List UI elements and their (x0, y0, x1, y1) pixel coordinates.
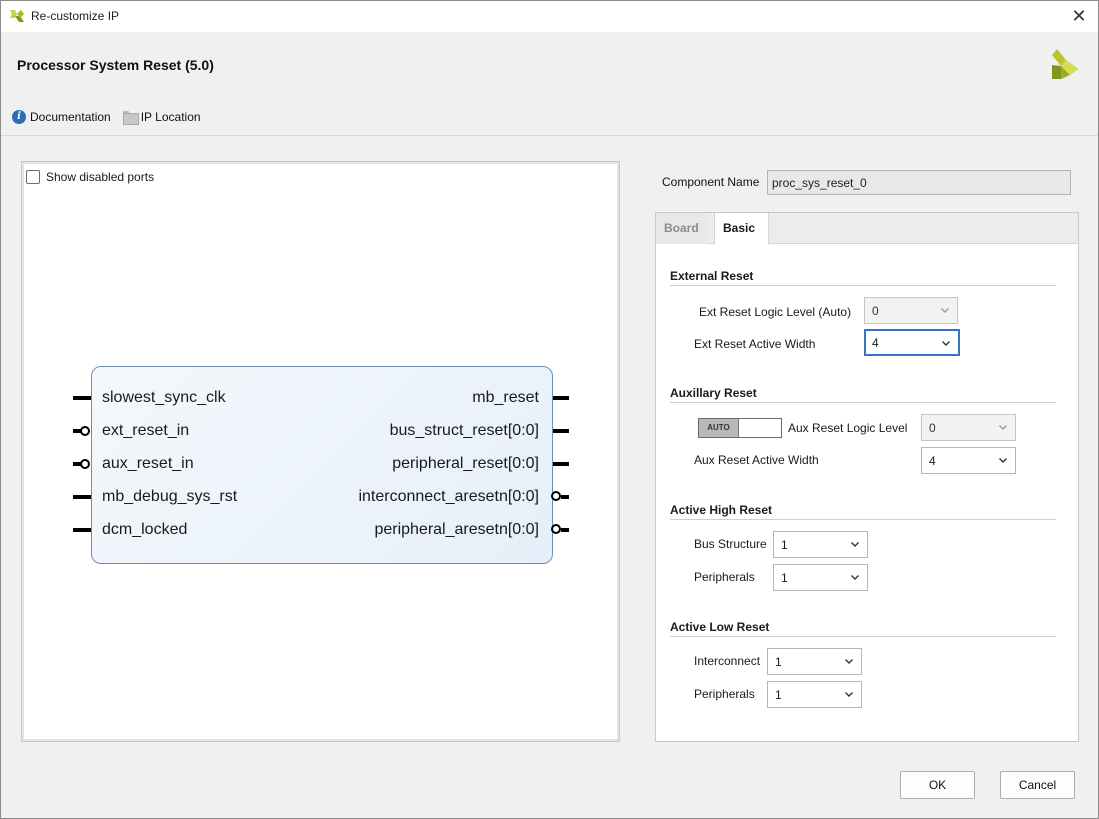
active-low-peripherals-label: Peripherals (694, 687, 755, 701)
component-name-field[interactable]: proc_sys_reset_0 (767, 170, 1071, 195)
show-disabled-ports-label: Show disabled ports (46, 170, 155, 184)
pin-peripheral-aresetn[interactable] (561, 528, 569, 532)
ok-button[interactable]: OK (900, 771, 975, 799)
show-disabled-ports-checkbox[interactable] (26, 170, 40, 184)
header-links: i Documentation IP Location (12, 110, 201, 125)
chevron-down-icon (999, 458, 1007, 463)
chevron-down-icon (851, 542, 859, 547)
aux-reset-logic-level-select[interactable]: 0 (921, 414, 1016, 441)
active-low-peripherals-value: 1 (775, 688, 782, 702)
external-reset-divider (670, 285, 1056, 286)
component-name-label: Component Name (662, 175, 760, 189)
chevron-down-icon (999, 425, 1007, 430)
aux-reset-title: Auxillary Reset (670, 386, 757, 400)
pin-bus-struct-reset[interactable] (553, 429, 569, 433)
active-high-reset-divider (670, 519, 1056, 520)
active-high-bus-structure-label: Bus Structure (694, 537, 767, 551)
cancel-button[interactable]: Cancel (1000, 771, 1075, 799)
pin-mb-debug-sys-rst[interactable] (73, 495, 91, 499)
chevron-down-icon (851, 575, 859, 580)
aux-reset-active-width-label: Aux Reset Active Width (694, 453, 819, 467)
chevron-down-icon (845, 692, 853, 697)
active-low-interconnect-label: Interconnect (694, 654, 761, 668)
pin-slowest-sync-clk[interactable] (73, 396, 91, 400)
tab-basic[interactable]: Basic (714, 213, 769, 245)
xilinx-brand-icon (1052, 49, 1079, 79)
pin-interconnect-aresetn[interactable] (561, 495, 569, 499)
active-high-bus-structure-select[interactable]: 1 (773, 531, 868, 558)
tab-board[interactable]: Board (656, 213, 707, 244)
port-ext-reset-in: ext_reset_in (102, 422, 190, 439)
pin-mb-reset[interactable] (553, 396, 569, 400)
active-high-bus-structure-value: 1 (781, 538, 788, 552)
documentation-link[interactable]: i Documentation (12, 110, 111, 124)
tab-container: Board Basic External Reset Ext Reset Log… (655, 212, 1079, 742)
active-high-peripherals-label: Peripherals (694, 570, 755, 584)
aux-reset-active-width-select[interactable]: 4 (921, 447, 1016, 474)
port-mb-debug-sys-rst: mb_debug_sys_rst (102, 488, 238, 505)
ext-reset-logic-level-label: Ext Reset Logic Level (Auto) (699, 305, 852, 319)
pin-dcm-locked[interactable] (73, 528, 91, 532)
port-mb-reset: mb_reset (472, 389, 539, 406)
chevron-down-icon (845, 659, 853, 664)
ip-header: Processor System Reset (5.0) i Documenta… (1, 32, 1098, 136)
active-low-reset-divider (670, 636, 1056, 637)
window-title: Re-customize IP (31, 9, 120, 23)
active-low-interconnect-select[interactable]: 1 (767, 648, 862, 675)
active-low-interconnect-value: 1 (775, 655, 782, 669)
external-reset-title: External Reset (670, 269, 754, 283)
ext-reset-logic-level-select[interactable]: 0 (864, 297, 958, 324)
ip-location-link[interactable]: IP Location (122, 110, 201, 125)
aux-reset-auto-toggle[interactable]: AUTO (698, 418, 782, 438)
aux-reset-divider (670, 402, 1056, 403)
aux-reset-active-width-value: 4 (929, 454, 936, 468)
folder-icon (122, 111, 139, 125)
chevron-down-icon (942, 341, 950, 346)
documentation-label: Documentation (30, 110, 111, 124)
title-bar: Re-customize IP ✕ (1, 1, 1098, 32)
ip-location-label: IP Location (140, 110, 201, 124)
ip-title: Processor System Reset (5.0) (17, 57, 214, 73)
chevron-down-icon (941, 308, 949, 313)
active-high-reset-title: Active High Reset (670, 503, 773, 517)
pin-interconnect-aresetn-bubble[interactable] (551, 491, 561, 501)
show-disabled-ports-toggle[interactable]: Show disabled ports (26, 170, 154, 184)
ext-reset-active-width-label: Ext Reset Active Width (694, 337, 816, 351)
active-low-peripherals-select[interactable]: 1 (767, 681, 862, 708)
info-icon: i (12, 110, 26, 124)
port-peripheral-reset: peripheral_reset[0:0] (392, 455, 539, 472)
active-low-reset-title: Active Low Reset (670, 620, 770, 634)
close-icon[interactable]: ✕ (1068, 5, 1090, 27)
pin-aux-reset-in-bubble[interactable] (80, 459, 90, 469)
port-dcm-locked: dcm_locked (102, 521, 188, 538)
pin-peripheral-reset[interactable] (553, 462, 569, 466)
recustomize-ip-dialog: Re-customize IP ✕ Processor System Reset… (0, 0, 1099, 819)
ip-symbol-panel: Show disabled ports slowest_sync_clk ext… (21, 161, 620, 742)
pin-ext-reset-in-bubble[interactable] (80, 426, 90, 436)
ext-reset-logic-level-value: 0 (872, 304, 879, 318)
aux-reset-auto-label: AUTO (699, 419, 739, 437)
port-interconnect-aresetn: interconnect_aresetn[0:0] (358, 488, 539, 505)
port-bus-struct-reset: bus_struct_reset[0:0] (389, 422, 539, 439)
aux-reset-logic-level-value: 0 (929, 421, 936, 435)
configuration-panel: Component Name proc_sys_reset_0 Board Ba… (653, 161, 1083, 746)
aux-reset-logic-level-label: Aux Reset Logic Level (788, 421, 908, 435)
ext-reset-active-width-value: 4 (872, 336, 879, 350)
active-high-peripherals-value: 1 (781, 571, 788, 585)
vivado-logo-icon (10, 10, 24, 22)
tab-strip: Board Basic (656, 213, 1078, 245)
active-high-peripherals-select[interactable]: 1 (773, 564, 868, 591)
pin-peripheral-aresetn-bubble[interactable] (551, 524, 561, 534)
port-aux-reset-in: aux_reset_in (102, 455, 194, 472)
ext-reset-active-width-select[interactable]: 4 (864, 329, 960, 356)
port-peripheral-aresetn: peripheral_aresetn[0:0] (374, 521, 539, 538)
port-slowest-sync-clk: slowest_sync_clk (102, 389, 226, 406)
